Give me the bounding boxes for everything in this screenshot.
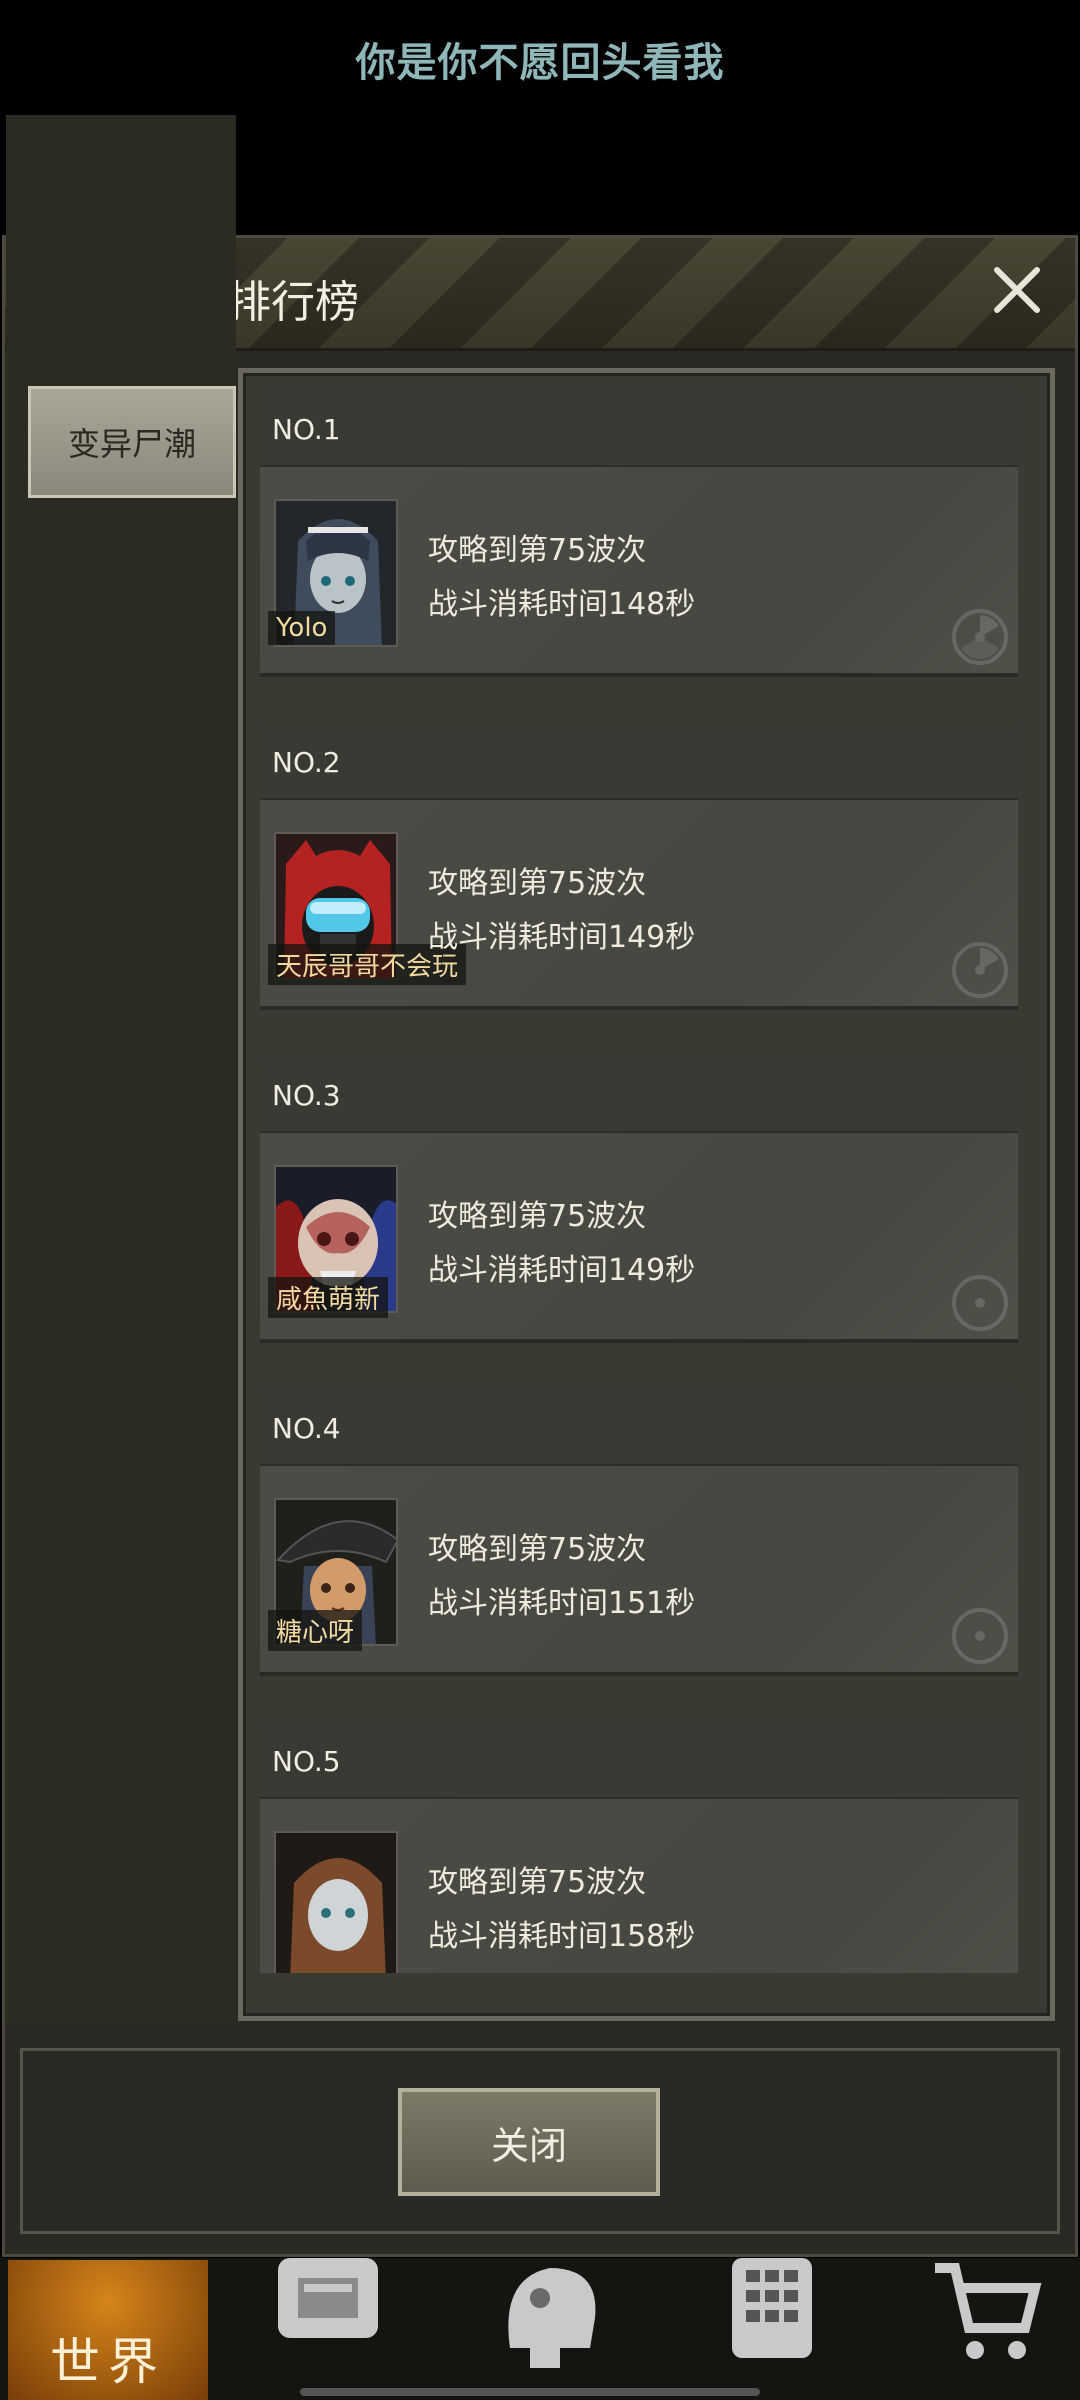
ranking-list-frame: NO.1 Yolo 攻略到第75波次 战斗消耗时间148秒 NO.2 天辰哥哥不…: [238, 368, 1055, 2021]
card-header: NO.5: [260, 1723, 1018, 1799]
wave-text: 攻略到第75波次: [428, 533, 647, 568]
time-text: 战斗消耗时间151秒: [428, 1586, 696, 1621]
backpack-icon[interactable]: [268, 2258, 388, 2368]
rank-number: NO.1: [272, 413, 341, 446]
wave-text: 攻略到第75波次: [428, 1199, 647, 1234]
wave-text: 攻略到第75波次: [428, 1532, 647, 1567]
card-body: 天辰哥哥不会玩 攻略到第75波次 战斗消耗时间149秒: [260, 800, 1018, 1006]
radiation-icon: [952, 609, 1008, 665]
ranking-card[interactable]: NO.3 咸魚萌新 攻略到第75波次 战斗消耗时间149秒: [260, 1057, 1018, 1339]
player-name: Yolo: [268, 611, 336, 645]
time-text: 战斗消耗时间148秒: [428, 587, 696, 622]
card-body: 糖心呀 攻略到第75波次 战斗消耗时间151秒: [260, 1466, 1018, 1672]
avatar[interactable]: [274, 1831, 398, 1973]
card-body: 咸魚萌新 攻略到第75波次 战斗消耗时间149秒: [260, 1133, 1018, 1339]
card-body: 攻略到第75波次 战斗消耗时间158秒: [260, 1799, 1018, 1973]
nav-world[interactable]: 世界: [8, 2260, 208, 2400]
time-text: 战斗消耗时间158秒: [428, 1919, 696, 1954]
phone-icon[interactable]: [712, 2258, 832, 2368]
radiation-icon: [952, 1275, 1008, 1331]
cart-icon[interactable]: [925, 2258, 1045, 2368]
card-header: NO.4: [260, 1390, 1018, 1466]
close-button[interactable]: 关闭: [398, 2088, 660, 2196]
home-indicator[interactable]: [300, 2388, 760, 2396]
wave-text: 攻略到第75波次: [428, 866, 647, 901]
ranking-card[interactable]: NO.4 糖心呀 攻略到第75波次 战斗消耗时间151秒: [260, 1390, 1018, 1672]
rank-number: NO.5: [272, 1745, 341, 1778]
rank-number: NO.2: [272, 746, 341, 779]
rank-number: NO.3: [272, 1079, 341, 1112]
player-name: 糖心呀: [268, 1610, 363, 1651]
radiation-icon: [952, 1608, 1008, 1664]
card-body: Yolo 攻略到第75波次 战斗消耗时间148秒: [260, 467, 1018, 673]
card-header: NO.3: [260, 1057, 1018, 1133]
ranking-card[interactable]: NO.5 攻略到第75波次 战斗消耗时间158秒: [260, 1723, 1018, 1973]
close-icon[interactable]: [987, 260, 1047, 320]
player-name: 咸魚萌新: [268, 1277, 389, 1318]
banner-text: 你是你不愿回头看我: [355, 40, 725, 86]
radiation-icon: [952, 942, 1008, 998]
tab-mutant-horde[interactable]: 变异尸潮: [28, 386, 236, 498]
time-text: 战斗消耗时间149秒: [428, 1253, 696, 1288]
head-icon[interactable]: [490, 2258, 610, 2368]
ranking-card[interactable]: NO.1 Yolo 攻略到第75波次 战斗消耗时间148秒: [260, 391, 1018, 673]
card-header: NO.1: [260, 391, 1018, 467]
card-header: NO.2: [260, 724, 1018, 800]
rank-number: NO.4: [272, 1412, 341, 1445]
wave-text: 攻略到第75波次: [428, 1865, 647, 1900]
ranking-card[interactable]: NO.2 天辰哥哥不会玩 攻略到第75波次 战斗消耗时间149秒: [260, 724, 1018, 1006]
nav-world-label: 世界: [50, 2333, 166, 2391]
time-text: 战斗消耗时间149秒: [428, 920, 696, 955]
ranking-list[interactable]: NO.1 Yolo 攻略到第75波次 战斗消耗时间148秒 NO.2 天辰哥哥不…: [260, 391, 1030, 1973]
